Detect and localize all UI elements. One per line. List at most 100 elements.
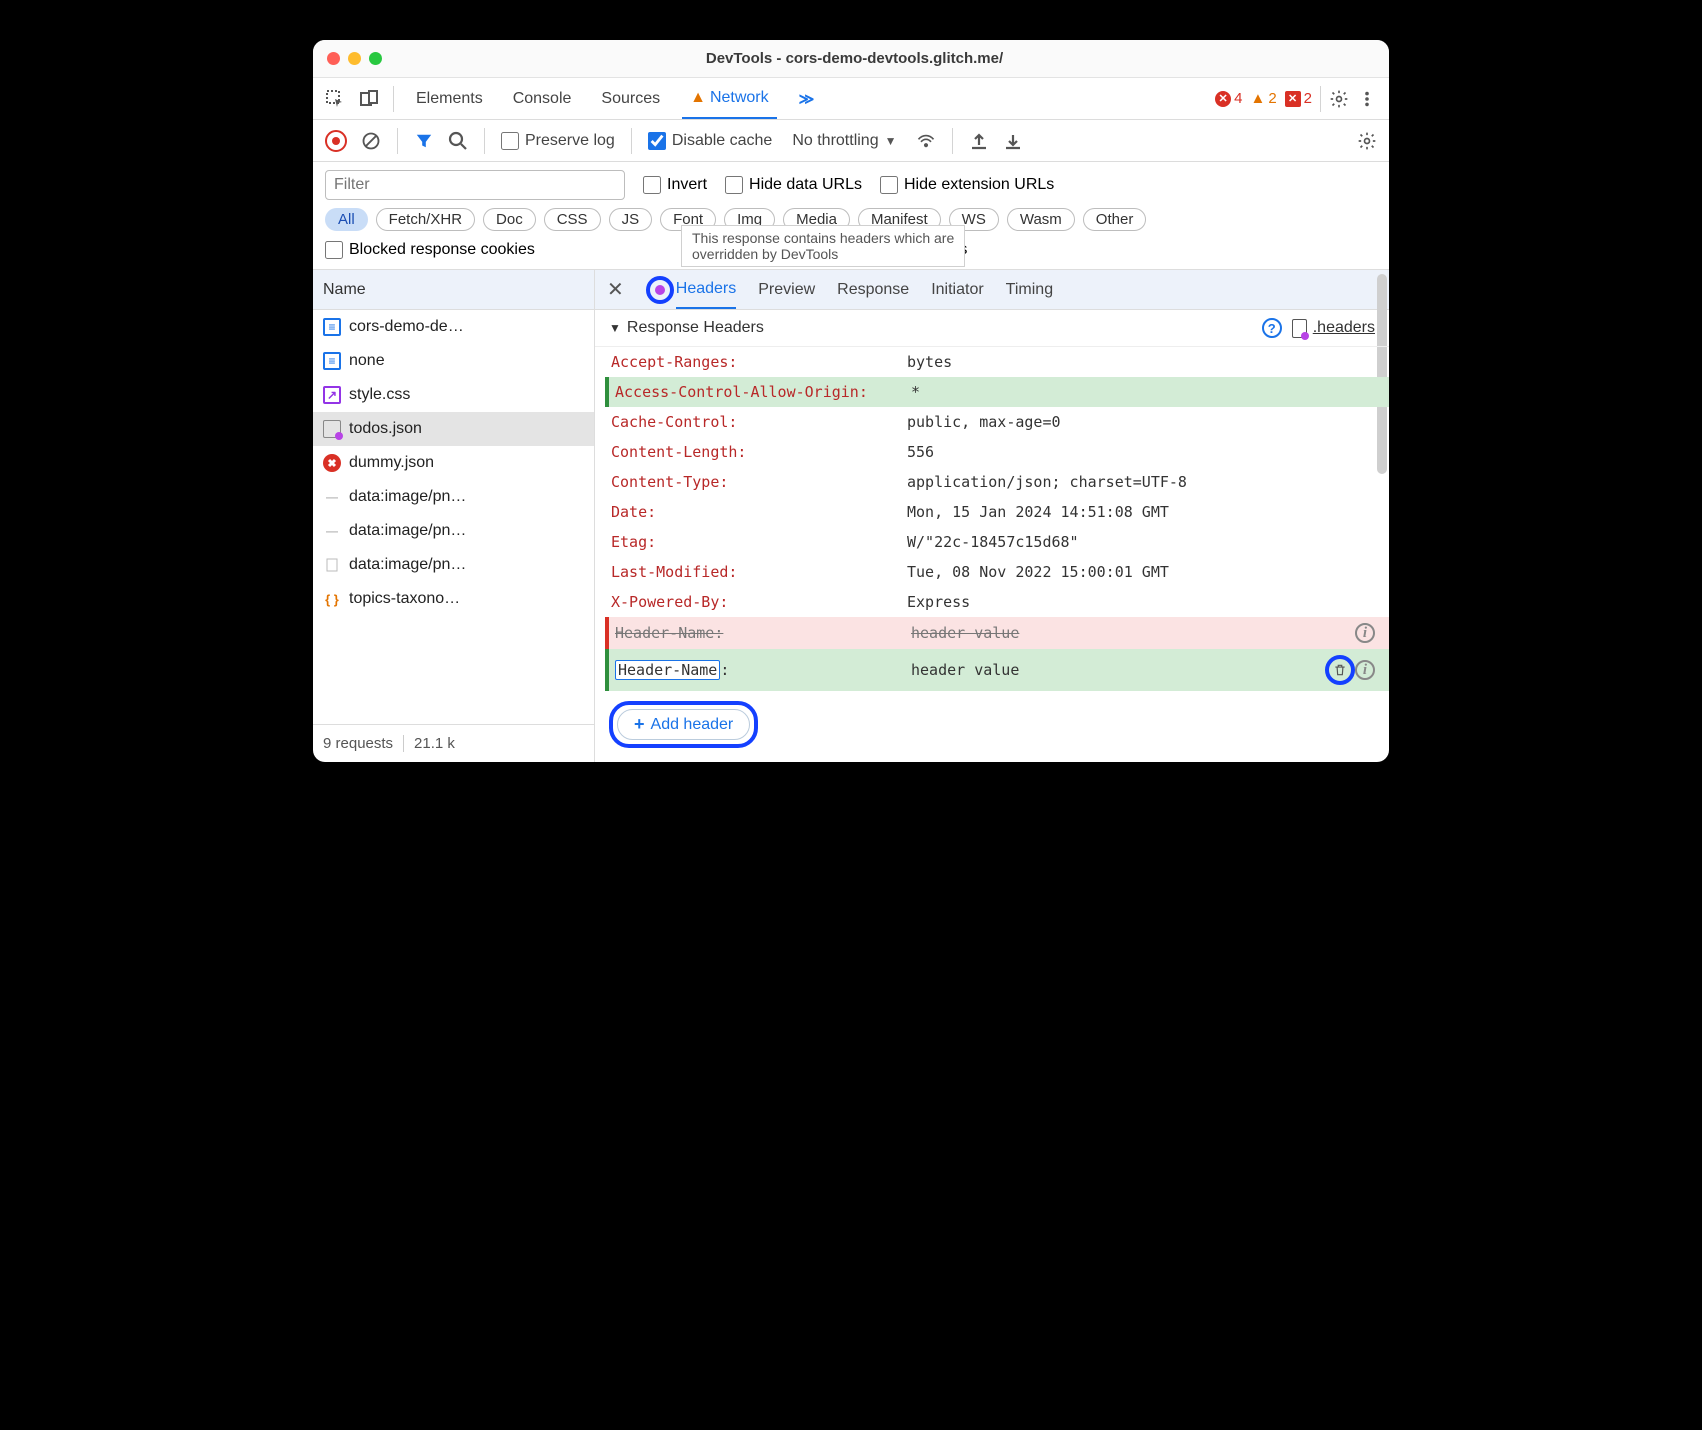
main-tab-strip: Elements Console Sources ▲ Network ≫ ✕4 … xyxy=(313,78,1389,120)
trash-icon xyxy=(1333,663,1347,677)
throttling-select[interactable]: No throttling ▼ xyxy=(786,132,902,150)
filter-input[interactable] xyxy=(325,170,625,200)
request-name: dummy.json xyxy=(349,454,434,472)
type-chip-doc[interactable]: Doc xyxy=(483,208,536,231)
requests-column-header[interactable]: Name xyxy=(313,270,594,310)
request-list: ≡cors-demo-de… ≡ none ↗ style.css todos.json d… xyxy=(313,310,594,724)
disable-cache-checkbox[interactable]: Disable cache xyxy=(648,132,773,150)
header-value: header value xyxy=(911,661,1321,679)
request-name: data:image/pn… xyxy=(349,556,466,574)
info-icon[interactable]: i xyxy=(1355,660,1375,680)
detail-tab-response[interactable]: Response xyxy=(837,270,909,309)
header-name: Etag: xyxy=(611,533,907,551)
tab-sources[interactable]: Sources xyxy=(593,78,668,119)
header-row[interactable]: Header-Name:header valuei xyxy=(605,649,1389,691)
settings-icon[interactable] xyxy=(1329,89,1349,109)
inspect-icon[interactable] xyxy=(325,89,345,109)
errors-badge[interactable]: ✕4 xyxy=(1215,90,1242,107)
detail-tab-initiator[interactable]: Initiator xyxy=(931,270,983,309)
tab-console[interactable]: Console xyxy=(505,78,580,119)
error-icon xyxy=(323,454,341,472)
record-button[interactable] xyxy=(325,130,347,152)
warnings-badge[interactable]: ▲2 xyxy=(1250,90,1276,107)
clear-icon[interactable] xyxy=(361,131,381,151)
request-row[interactable]: ↗ style.css xyxy=(313,378,594,412)
request-name: cors-demo-de… xyxy=(349,318,464,336)
request-name: data:image/pn… xyxy=(349,522,466,540)
request-name: data:image/pn… xyxy=(349,488,466,506)
detail-tab-preview[interactable]: Preview xyxy=(758,270,815,309)
request-row[interactable]: ≡ none xyxy=(313,344,594,378)
header-value: W/"22c-18457c15d68" xyxy=(907,533,1375,551)
preserve-log-checkbox[interactable]: Preserve log xyxy=(501,132,615,150)
type-chip-other[interactable]: Other xyxy=(1083,208,1147,231)
override-dot-icon xyxy=(655,285,665,295)
type-chip-all[interactable]: All xyxy=(325,208,368,231)
network-settings-icon[interactable] xyxy=(1357,131,1377,151)
issues-badge[interactable]: ✕2 xyxy=(1285,90,1312,107)
type-chip-wasm[interactable]: Wasm xyxy=(1007,208,1075,231)
header-value: * xyxy=(911,383,1375,401)
help-icon[interactable]: ? xyxy=(1262,318,1282,338)
type-chip-fetchxhr[interactable]: Fetch/XHR xyxy=(376,208,475,231)
header-row: Content-Type:application/json; charset=U… xyxy=(605,467,1389,497)
request-row[interactable]: —data:image/pn… xyxy=(313,480,594,514)
stylesheet-icon: ↗ xyxy=(323,386,341,404)
header-value: Express xyxy=(907,593,1375,611)
document-icon: ≡ xyxy=(323,352,341,370)
headers-file-link[interactable]: .headers xyxy=(1292,319,1375,338)
response-headers-list: Accept-Ranges:bytesAccess-Control-Allow-… xyxy=(595,346,1389,691)
upload-har-icon[interactable] xyxy=(969,131,989,151)
hide-data-urls-checkbox[interactable]: Hide data URLs xyxy=(725,176,862,194)
header-row: Access-Control-Allow-Origin:* xyxy=(605,377,1389,407)
invert-checkbox[interactable]: Invert xyxy=(643,176,707,194)
disclosure-triangle-icon: ▼ xyxy=(609,321,621,335)
download-har-icon[interactable] xyxy=(1003,131,1023,151)
minimize-window-icon[interactable] xyxy=(348,52,361,65)
chevron-down-icon: ▼ xyxy=(885,134,897,148)
tab-network[interactable]: ▲ Network xyxy=(682,78,777,119)
header-name-input[interactable]: Header-Name xyxy=(615,660,720,680)
detail-tab-headers[interactable]: Headers xyxy=(676,270,736,309)
header-name: Last-Modified: xyxy=(611,563,907,581)
devtools-window: DevTools - cors-demo-devtools.glitch.me/… xyxy=(313,40,1389,762)
header-value: header value xyxy=(911,624,1355,642)
zoom-window-icon[interactable] xyxy=(369,52,382,65)
request-row[interactable]: ≡cors-demo-de… xyxy=(313,310,594,344)
tab-elements[interactable]: Elements xyxy=(408,78,491,119)
type-chip-css[interactable]: CSS xyxy=(544,208,601,231)
warning-icon: ▲ xyxy=(690,89,706,107)
request-row[interactable]: { }topics-taxono… xyxy=(313,582,594,616)
header-row: Etag:W/"22c-18457c15d68" xyxy=(605,527,1389,557)
request-row[interactable]: dummy.json xyxy=(313,446,594,480)
header-name: Content-Type: xyxy=(611,473,907,491)
requests-count: 9 requests xyxy=(323,735,393,752)
close-window-icon[interactable] xyxy=(327,52,340,65)
network-conditions-icon[interactable] xyxy=(916,131,936,151)
blocked-response-cookies-checkbox[interactable]: Blocked response cookies xyxy=(325,241,535,259)
info-icon[interactable]: i xyxy=(1355,623,1375,643)
header-row: Header-Name:header valuei xyxy=(605,617,1389,649)
add-header-button[interactable]: + Add header xyxy=(617,709,750,740)
request-name: none xyxy=(349,352,385,370)
detail-tab-timing[interactable]: Timing xyxy=(1006,270,1053,309)
more-tabs-button[interactable]: ≫ xyxy=(791,78,823,119)
response-headers-section-header[interactable]: ▼ Response Headers ? .headers xyxy=(595,310,1389,346)
kebab-menu-icon[interactable] xyxy=(1357,89,1377,109)
search-icon[interactable] xyxy=(448,131,468,151)
header-name: Cache-Control: xyxy=(611,413,907,431)
network-footer: 9 requests 21.1 k xyxy=(313,724,594,762)
request-row[interactable]: data:image/pn… xyxy=(313,548,594,582)
data-url-icon: — xyxy=(323,522,341,540)
file-icon xyxy=(323,556,341,574)
filter-icon[interactable] xyxy=(414,131,434,151)
close-detail-icon[interactable]: ✕ xyxy=(607,277,624,302)
hide-extension-urls-checkbox[interactable]: Hide extension URLs xyxy=(880,176,1054,194)
delete-header-highlight xyxy=(1325,655,1355,685)
request-row[interactable]: todos.json xyxy=(313,412,594,446)
type-chip-js[interactable]: JS xyxy=(609,208,653,231)
request-row[interactable]: — data:image/pn… xyxy=(313,514,594,548)
device-icon[interactable] xyxy=(359,89,379,109)
request-name: style.css xyxy=(349,386,410,404)
json-icon: { } xyxy=(323,590,341,608)
